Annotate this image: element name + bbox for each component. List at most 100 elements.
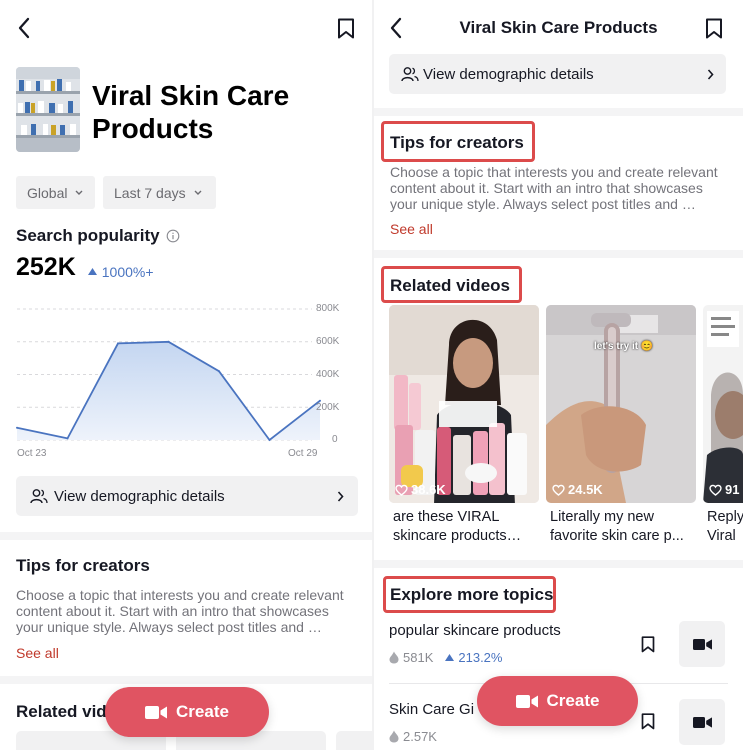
tips-body: Choose a topic that interests you and cr… (16, 587, 366, 635)
triangle-up-icon (87, 268, 97, 275)
video-title-line: Reply (707, 509, 743, 525)
period-filter[interactable]: Last 7 days (103, 176, 216, 209)
video-thumbnail[interactable]: 91 (703, 305, 743, 503)
see-all-link[interactable]: See all (16, 645, 59, 661)
topic-title: Viral Skin Care Products (92, 79, 289, 145)
y-tick-label: 800K (316, 303, 340, 314)
search-popularity-heading: Search popularity (16, 226, 180, 246)
video-thumbnail[interactable]: 38.6K (389, 305, 539, 503)
video-camera-icon (692, 716, 712, 728)
create-button[interactable]: Create (105, 687, 269, 737)
y-tick-label: 0 (332, 434, 338, 445)
chevron-right-icon (707, 68, 714, 80)
topic-title-line2: Products (92, 113, 214, 144)
chevron-down-icon (194, 190, 202, 195)
video-title-line: Viral (707, 528, 736, 544)
bookmark-icon (641, 712, 655, 729)
chart-point-oct-23 (16, 426, 18, 429)
video-views-count: 38.6K (411, 482, 446, 497)
tips-title: Tips for creators (390, 133, 524, 152)
bookmark-icon (338, 18, 354, 38)
video-thumb-partial[interactable] (336, 731, 372, 750)
video-frame (703, 305, 743, 503)
explore-topics-title: Explore more topics (390, 585, 554, 604)
y-tick-label: 200K (316, 402, 340, 413)
related-videos-title: Related vid (16, 702, 107, 721)
create-label: Create (546, 691, 600, 710)
section-divider (0, 676, 372, 684)
topic-stats: 581K 213.2% (389, 650, 629, 665)
bookmark-button[interactable] (334, 14, 358, 42)
video-thumbnail[interactable]: let's try it 😊 24.5K (546, 305, 696, 503)
tips-line: your unique style. Always select post ti… (390, 196, 696, 212)
video-views: 38.6K (395, 482, 446, 497)
create-button[interactable]: Create (477, 676, 638, 726)
video-title-line: are these VIRAL (393, 509, 500, 525)
chart-area-fill (17, 341, 320, 440)
chart-point-oct-25 (117, 342, 119, 345)
popularity-change: 1000%+ (87, 263, 154, 280)
video-title-line: favorite skin care p... (550, 528, 684, 544)
create-video-button[interactable] (679, 621, 725, 667)
popularity-chart (16, 308, 321, 442)
users-icon (30, 489, 48, 504)
demographic-details-row[interactable]: View demographic details (389, 54, 726, 94)
demographic-details-row[interactable]: View demographic details (16, 476, 358, 516)
bookmark-button[interactable] (637, 709, 659, 733)
region-filter[interactable]: Global (16, 176, 95, 209)
bookmark-button[interactable] (702, 14, 726, 42)
video-views: 91 (709, 482, 739, 497)
create-video-button[interactable] (679, 699, 725, 745)
section-divider (374, 250, 743, 258)
y-tick-label: 400K (316, 369, 340, 380)
tips-title: Tips for creators (16, 556, 150, 575)
tips-line: content about it. Start with an intro th… (390, 180, 703, 196)
video-frame (546, 305, 696, 503)
see-all-link[interactable]: See all (390, 221, 433, 237)
search-popularity-value: 252K (16, 253, 76, 281)
heart-outline-icon (395, 484, 408, 496)
video-views-count: 24.5K (568, 482, 603, 497)
demographic-details-label: View demographic details (423, 65, 594, 83)
bookmark-button[interactable] (637, 632, 659, 656)
y-tick-label: 600K (316, 336, 340, 347)
back-button[interactable] (12, 14, 36, 42)
heart-outline-icon (552, 484, 565, 496)
demographic-details-label: View demographic details (54, 487, 225, 505)
bookmark-icon (641, 635, 655, 652)
video-frame (389, 305, 539, 503)
period-filter-label: Last 7 days (114, 184, 186, 201)
topic-row[interactable]: popular skincare products 581K 213.2% (389, 622, 629, 665)
chevron-left-icon (18, 17, 30, 39)
search-popularity-label: Search popularity (16, 226, 160, 245)
section-divider (0, 532, 372, 540)
topic-views: 581K (403, 650, 434, 665)
search-popularity-stats: 252K 1000%+ (16, 253, 154, 282)
popularity-change-value: 1000%+ (101, 263, 154, 280)
topic-thumbnail (16, 67, 80, 152)
chart-point-oct-24 (66, 437, 69, 440)
tips-line: Choose a topic that interests you and cr… (16, 587, 344, 603)
video-camera-icon (145, 705, 168, 719)
video-title[interactable]: Literally my new favorite skin care p... (550, 508, 700, 546)
video-title-line: skincare products… (393, 528, 522, 544)
video-views: 24.5K (552, 482, 603, 497)
video-title[interactable]: Reply Viral (707, 508, 743, 546)
tips-line: Choose a topic that interests you and cr… (390, 164, 718, 180)
chart-point-oct-28 (268, 439, 271, 441)
section-divider (374, 560, 743, 568)
chevron-down-icon (75, 190, 83, 195)
topic-views: 2.57K (403, 729, 437, 744)
video-title[interactable]: are these VIRAL skincare products… (393, 508, 543, 546)
chart-point-oct-27 (218, 370, 220, 373)
video-views-count: 91 (725, 482, 740, 497)
video-camera-icon (692, 638, 712, 650)
flame-icon (389, 651, 399, 664)
x-tick-label: Oct 23 (17, 448, 47, 459)
info-icon[interactable] (166, 229, 180, 243)
create-label: Create (176, 702, 229, 721)
flame-icon (389, 730, 399, 743)
region-filter-label: Global (27, 184, 68, 201)
related-videos-title: Related videos (390, 276, 510, 295)
bookmark-icon (706, 18, 722, 38)
